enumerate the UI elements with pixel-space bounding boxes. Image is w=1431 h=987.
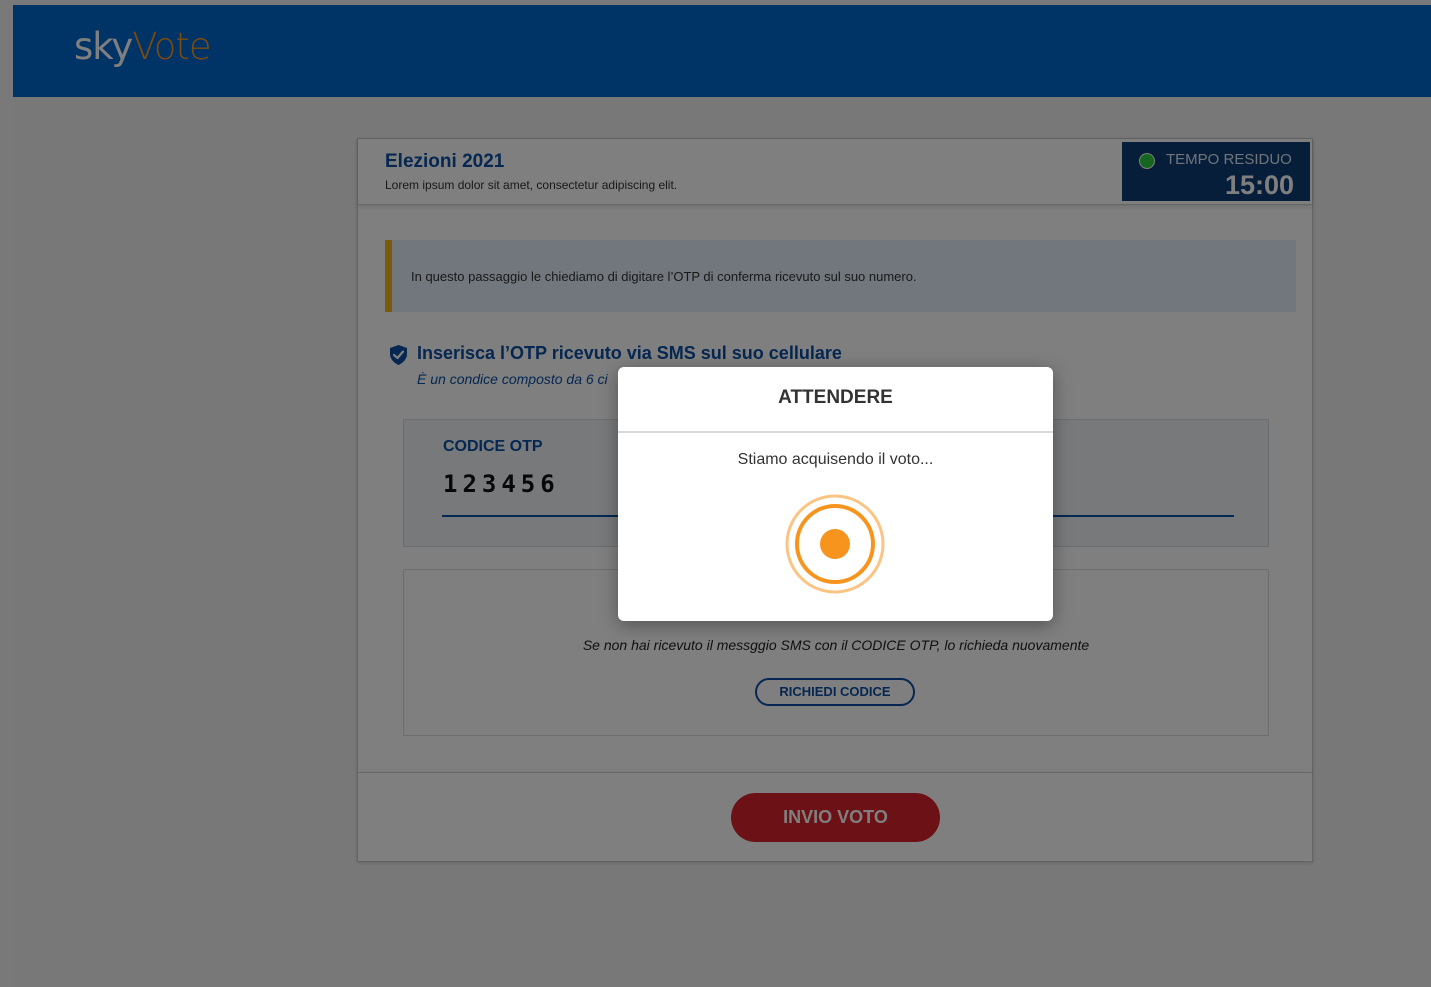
dialog-divider bbox=[618, 431, 1053, 433]
waiting-dialog: ATTENDERE Stiamo acquisendo il voto... bbox=[618, 367, 1053, 621]
dialog-title: ATTENDERE bbox=[778, 387, 893, 408]
loading-spinner-icon bbox=[785, 494, 885, 594]
dialog-message: Stiamo acquisendo il voto... bbox=[737, 451, 934, 468]
